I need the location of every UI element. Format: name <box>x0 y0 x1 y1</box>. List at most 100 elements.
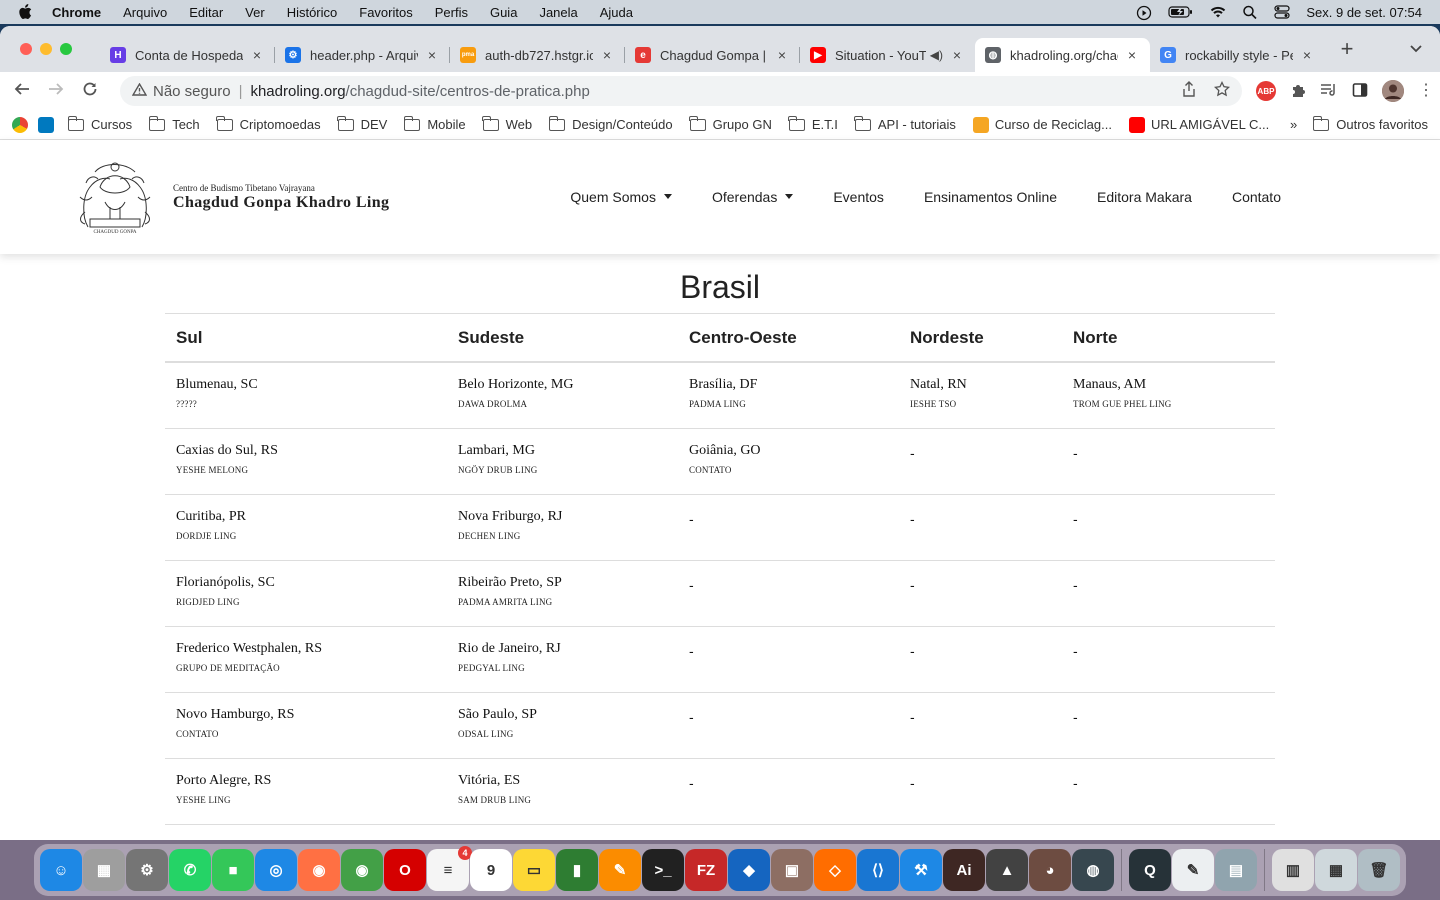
center-name-link[interactable]: Padma Amrita Ling <box>458 597 678 607</box>
bookmarks-overflow-chevron[interactable]: » <box>1290 117 1297 132</box>
center-name-link[interactable]: Contato <box>689 465 899 475</box>
close-tab-icon[interactable]: × <box>249 47 265 63</box>
archive-utility-icon[interactable]: ▣ <box>771 849 813 891</box>
filezilla-icon[interactable]: FZ <box>685 849 727 891</box>
calendar-icon[interactable]: 9 <box>470 849 512 891</box>
share-icon[interactable] <box>1182 81 1196 101</box>
menu-arquivo[interactable]: Arquivo <box>123 5 167 20</box>
bookmark-outros-favoritos[interactable]: Outros favoritos <box>1312 115 1428 132</box>
bookmark-item[interactable]: Cursos <box>67 115 132 132</box>
bookmark-item[interactable]: Web <box>482 115 532 132</box>
bookmark-item[interactable]: API - tutoriais <box>854 115 956 132</box>
quicktime-icon[interactable]: Q <box>1129 849 1171 891</box>
notes-icon[interactable]: ▭ <box>513 849 555 891</box>
documents-stack-icon[interactable]: ▦ <box>1315 849 1357 891</box>
center-name-link[interactable]: Pedgyal Ling <box>458 663 678 673</box>
audio-playing-icon[interactable]: ◀) <box>930 48 943 62</box>
chrome-menu-icon[interactable]: ⋮ <box>1418 83 1434 99</box>
bookmark-item[interactable]: URL AMIGÁVEL C... <box>1128 116 1269 133</box>
apple-icon[interactable] <box>18 4 32 20</box>
close-tab-icon[interactable]: × <box>599 47 615 63</box>
inkscape-icon[interactable]: ▲ <box>986 849 1028 891</box>
url-path[interactable]: /chagdud-site/centros-de-pratica.php <box>346 83 590 100</box>
control-center-icon[interactable] <box>1274 5 1290 19</box>
center-name-link[interactable]: Dordje Ling <box>176 531 447 541</box>
browser-tab[interactable]: ⚙ header.php - Arquivo × <box>275 38 450 72</box>
nav-item-ensinamentos-online[interactable]: Ensinamentos Online <box>924 189 1057 205</box>
browser-tab[interactable]: ▶ Situation - YouTube ◀) × <box>800 38 975 72</box>
reload-icon[interactable] <box>80 81 100 102</box>
spotlight-search-icon[interactable] <box>1242 5 1258 20</box>
color-app-icon[interactable] <box>12 116 28 133</box>
bookmark-item[interactable]: DEV <box>337 115 387 132</box>
profile-avatar[interactable] <box>1382 80 1404 102</box>
safari-icon[interactable]: ◎ <box>255 849 297 891</box>
preview-icon[interactable]: ▤ <box>1215 849 1257 891</box>
pages-icon[interactable]: ✎ <box>599 849 641 891</box>
bookmark-item[interactable]: E.T.I <box>788 115 838 132</box>
close-window-button[interactable] <box>20 43 32 55</box>
adblock-plus-icon[interactable]: ABP <box>1256 81 1276 101</box>
menu-janela[interactable]: Janela <box>539 5 577 20</box>
center-name-link[interactable]: ????? <box>176 399 447 409</box>
wifi-icon[interactable] <box>1210 5 1226 19</box>
downloads-stack-icon[interactable]: ▥ <box>1272 849 1314 891</box>
center-name-link[interactable]: Contato <box>176 729 447 739</box>
sourcetree-icon[interactable]: ◆ <box>728 849 770 891</box>
opera-icon[interactable]: O <box>384 849 426 891</box>
center-name-link[interactable]: Yeshe Melong <box>176 465 447 475</box>
not-secure-warning-icon[interactable] <box>131 82 148 99</box>
center-name-link[interactable]: Dechen Ling <box>458 531 678 541</box>
close-tab-icon[interactable]: × <box>1124 47 1140 63</box>
forward-arrow-icon[interactable] <box>46 81 66 102</box>
close-tab-icon[interactable]: × <box>424 47 440 63</box>
bookmark-item[interactable]: Design/Conteúdo <box>548 115 673 132</box>
center-name-link[interactable]: Ieshe Tso <box>910 399 1062 409</box>
menubar-app-name[interactable]: Chrome <box>52 5 101 20</box>
bookmark-item[interactable]: Mobile <box>403 115 466 132</box>
menu-editar[interactable]: Editar <box>189 5 223 20</box>
back-arrow-icon[interactable] <box>12 81 32 102</box>
terminal-icon[interactable]: >_ <box>642 849 684 891</box>
browser-tab[interactable]: pma auth-db727.hstgr.io × <box>450 38 625 72</box>
side-panel-icon[interactable] <box>1352 82 1368 101</box>
site-logo[interactable]: CHAGDUD GONPA Centro de Budismo Tibetano… <box>70 157 389 237</box>
menu-guia[interactable]: Guia <box>490 5 517 20</box>
play-status-icon[interactable] <box>1136 5 1152 21</box>
numbers-icon[interactable]: ▮ <box>556 849 598 891</box>
center-name-link[interactable]: Sam Drub Ling <box>458 795 678 805</box>
vscode-icon[interactable]: ⟨⟩ <box>857 849 899 891</box>
menubar-clock[interactable]: Sex. 9 de set. 07:54 <box>1306 5 1422 20</box>
menu-historico[interactable]: Histórico <box>287 5 338 20</box>
facetime-icon[interactable]: ■ <box>212 849 254 891</box>
bookmark-star-icon[interactable] <box>1213 80 1231 101</box>
center-name-link[interactable]: Dawa Drolma <box>458 399 678 409</box>
xcode-icon[interactable]: ⚒ <box>900 849 942 891</box>
center-name-link[interactable]: Grupo de Meditação <box>176 663 447 673</box>
close-tab-icon[interactable]: × <box>949 47 965 63</box>
system-preferences-icon[interactable]: ⚙ <box>126 849 168 891</box>
menu-ver[interactable]: Ver <box>245 5 265 20</box>
new-tab-button[interactable]: + <box>1333 36 1361 62</box>
nav-item-oferendas[interactable]: Oferendas <box>712 189 793 205</box>
menu-favoritos[interactable]: Favoritos <box>359 5 412 20</box>
bookmark-item[interactable]: Criptomoedas <box>216 115 321 132</box>
zoom-window-button[interactable] <box>60 43 72 55</box>
trash-icon[interactable]: 🗑 <box>1358 849 1400 891</box>
nav-item-eventos[interactable]: Eventos <box>833 189 884 205</box>
center-name-link[interactable]: Odsal Ling <box>458 729 678 739</box>
launchpad-icon[interactable]: ▦ <box>83 849 125 891</box>
bookmark-item[interactable]: Tech <box>148 115 200 132</box>
nav-item-editora-makara[interactable]: Editora Makara <box>1097 189 1192 205</box>
browser-tab[interactable]: H Conta de Hospedagem × <box>100 38 275 72</box>
browser-tab[interactable]: Grockabilly style - Pesquisa × <box>1150 38 1325 72</box>
davinci-resolve-icon[interactable]: ◍ <box>1072 849 1114 891</box>
illustrator-icon[interactable]: Ai <box>943 849 985 891</box>
center-name-link[interactable]: Trom Gue Phel Ling <box>1073 399 1275 409</box>
bookmark-item[interactable]: Curso de Reciclag... <box>972 116 1112 133</box>
browser-tab[interactable]: ◍ khadroling.org/chagdud × <box>975 38 1150 72</box>
nav-item-quem-somos[interactable]: Quem Somos <box>570 189 672 205</box>
firefox-icon[interactable]: ◉ <box>298 849 340 891</box>
url-host[interactable]: khadroling.org <box>250 83 345 100</box>
battery-icon[interactable] <box>1168 5 1194 19</box>
